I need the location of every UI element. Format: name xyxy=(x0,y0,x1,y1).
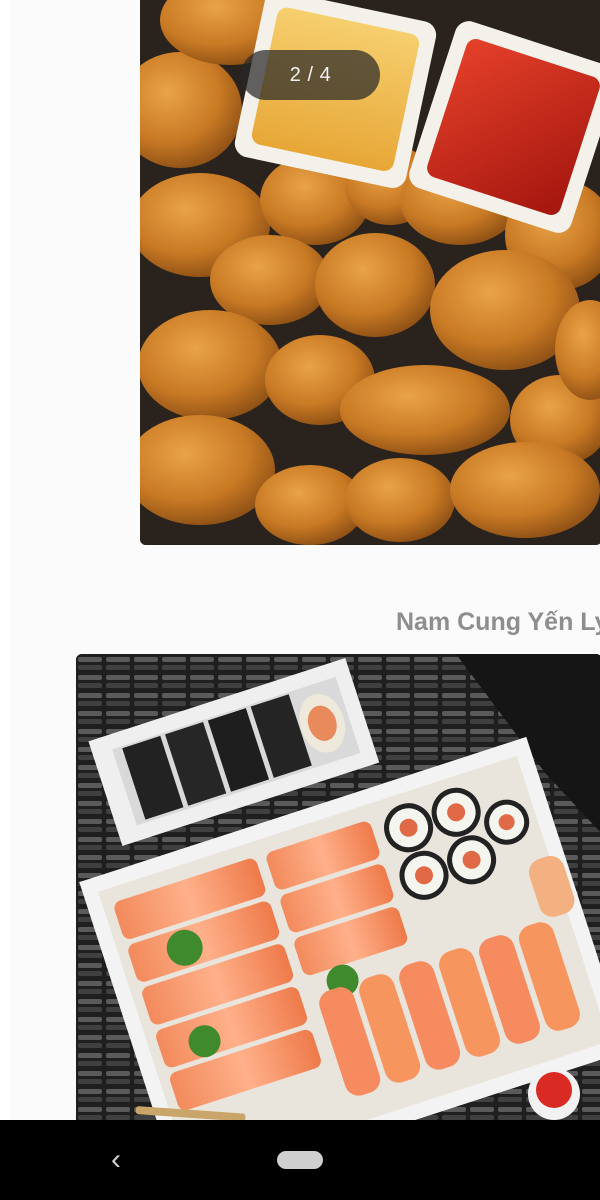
sushi-image xyxy=(76,654,600,1120)
post-sheet: 2 / 4 Nam Cung Yến Ly xyxy=(10,0,600,1120)
screen: 2 / 4 Nam Cung Yến Ly xyxy=(0,0,600,1120)
navigation-bar: ‹ xyxy=(0,1120,600,1200)
chevron-left-icon[interactable]: ‹ xyxy=(100,1140,132,1180)
home-pill-icon[interactable] xyxy=(277,1151,323,1169)
author-name[interactable]: Nam Cung Yến Ly xyxy=(396,608,600,637)
gallery-photo-sushi[interactable] xyxy=(76,654,600,1120)
photo-counter: 2 / 4 xyxy=(241,50,380,100)
